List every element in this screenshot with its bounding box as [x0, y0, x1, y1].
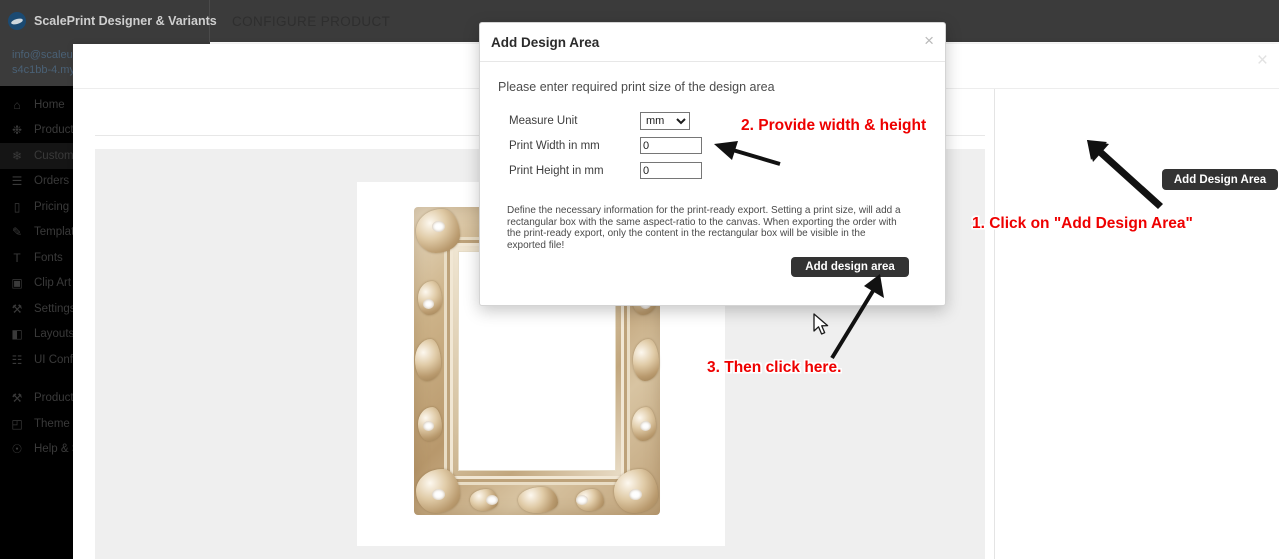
- screen-root: ScalePrint Designer & Variants CONFIGURE…: [0, 0, 1279, 559]
- annotation-step3-label: 3. Then click here.: [707, 359, 842, 376]
- annotation-arrow-step2: [714, 141, 781, 166]
- modal-title: Add Design Area: [491, 35, 600, 50]
- sidebar-item-label: Orders: [34, 175, 70, 188]
- product-customization-icon: ⚒: [11, 391, 23, 406]
- print-width-label: Print Width in mm: [509, 139, 600, 152]
- app-logo-icon: [8, 12, 26, 30]
- page-title: CONFIGURE PRODUCT: [232, 14, 391, 29]
- measure-unit-label: Measure Unit: [509, 114, 578, 127]
- app-brand[interactable]: ScalePrint Designer & Variants: [0, 0, 217, 42]
- modal-lead-text: Please enter required print size of the …: [498, 80, 775, 94]
- annotation-arrow-step1: [1087, 140, 1163, 209]
- add-design-area-button[interactable]: Add Design Area: [1162, 169, 1278, 190]
- modal-note-text: Define the necessary information for the…: [507, 205, 901, 251]
- orders-icon: ☰: [11, 174, 23, 189]
- modal-header: Add Design Area ×: [480, 23, 945, 62]
- modal-close-icon[interactable]: ×: [924, 32, 934, 49]
- mouse-cursor-icon: [813, 313, 829, 335]
- sidebar-item-label: Layouts: [34, 328, 75, 341]
- layouts-icon: ◧: [11, 327, 23, 342]
- sidebar-item-label: Fonts: [34, 251, 63, 264]
- ui-configuration-icon: ☷: [11, 352, 23, 367]
- annotation-step2-label: 2. Provide width & height: [741, 117, 927, 134]
- print-height-input[interactable]: [640, 162, 702, 179]
- settings-icon: ⚒: [11, 301, 23, 316]
- theme-settings-icon: ◰: [11, 416, 23, 431]
- fonts-icon: T: [13, 250, 21, 265]
- sidebar-item-label: Home: [34, 98, 65, 111]
- help-support-icon: ☉: [11, 442, 23, 457]
- customizable-icon: ❄: [11, 148, 23, 163]
- sidebar-item-label: Clip Art: [34, 277, 72, 290]
- pricing-rules-icon: ▯: [13, 199, 21, 214]
- app-brand-label: ScalePrint Designer & Variants: [34, 14, 217, 28]
- product-design-icon: ❉: [11, 123, 23, 138]
- overlay-close-icon[interactable]: ×: [1257, 51, 1268, 70]
- measure-unit-select[interactable]: mmcminch: [640, 111, 690, 130]
- home-icon: ⌂: [13, 97, 21, 112]
- annotation-arrow-step3: [830, 274, 884, 360]
- sidebar-item-label: Settings: [34, 302, 76, 315]
- templates-icon: ✎: [11, 225, 23, 240]
- print-width-input[interactable]: [640, 137, 702, 154]
- clip-art-icon: ▣: [11, 276, 23, 291]
- print-height-label: Print Height in mm: [509, 164, 604, 177]
- annotation-step1-label: 1. Click on "Add Design Area": [972, 215, 1193, 232]
